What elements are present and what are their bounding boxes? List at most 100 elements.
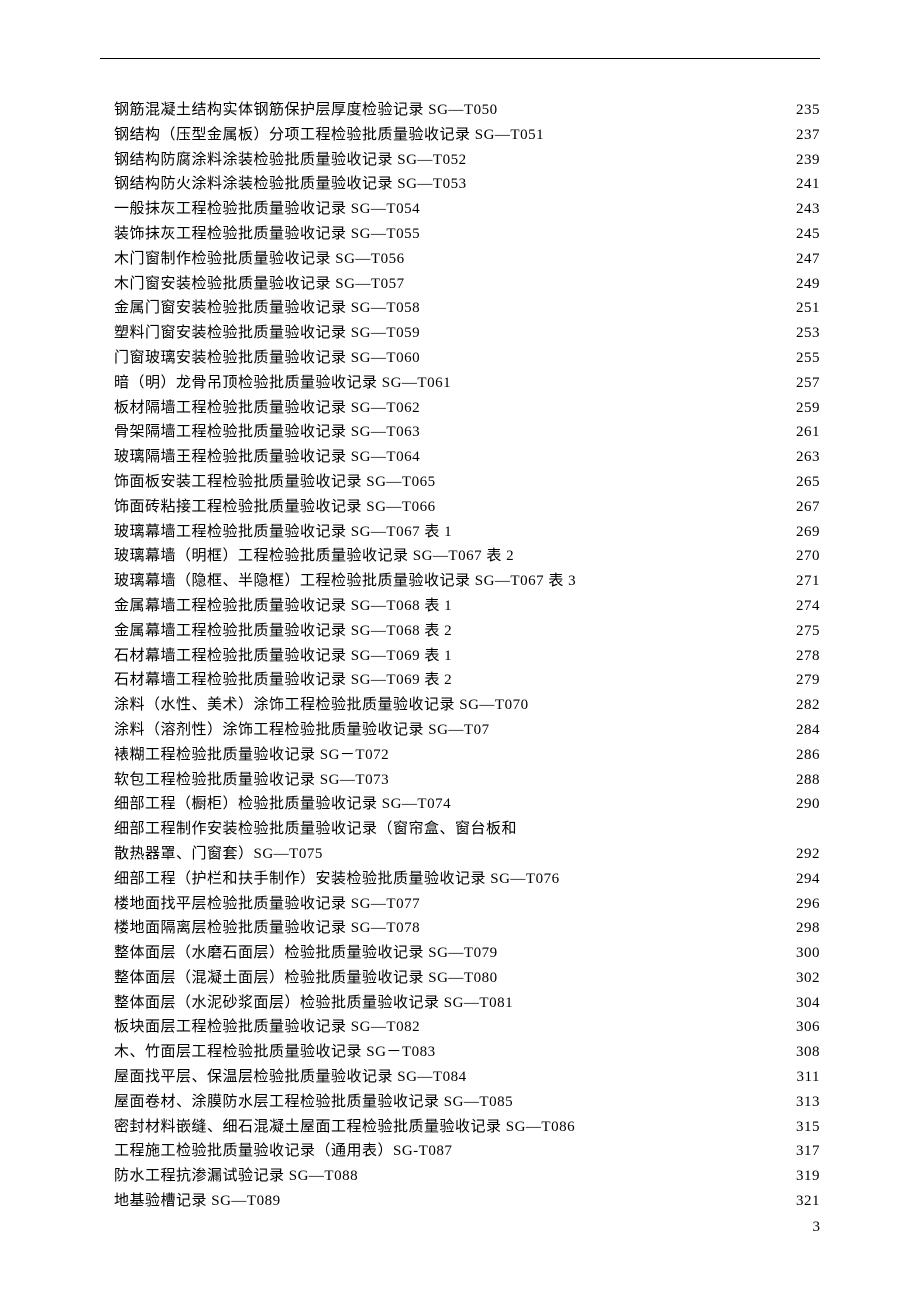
toc-title: 板块面层工程检验批质量验收记录 SG—T082 <box>114 1015 420 1040</box>
toc-row: 板块面层工程检验批质量验收记录 SG—T082 306 <box>114 1015 820 1040</box>
toc-page: 265 <box>780 470 820 495</box>
toc-row: 涂料（水性、美术）涂饰工程检验批质量验收记录 SG—T070282 <box>114 693 820 718</box>
toc-title: 楼地面隔离层检验批质量验收记录 SG—T078 <box>114 916 420 941</box>
toc-row: 地基验槽记录 SG—T089321 <box>114 1189 820 1214</box>
toc-row: 饰面砖粘接工程检验批质量验收记录 SG—T066 267 <box>114 495 820 520</box>
toc-page: 304 <box>780 991 820 1016</box>
toc-title: 石材幕墙工程检验批质量验收记录 SG—T069 表 1 <box>114 644 452 669</box>
toc-title: 整体面层（水磨石面层）检验批质量验收记录 SG—T079 <box>114 941 498 966</box>
toc-title: 金属门窗安装检验批质量验收记录 SG—T058 <box>114 296 420 321</box>
toc-page: 237 <box>780 123 820 148</box>
toc-title: 楼地面找平层检验批质量验收记录 SG—T077 <box>114 892 420 917</box>
toc-title: 木门窗安装检验批质量验收记录 SG—T057 <box>114 272 405 297</box>
toc-page: 288 <box>780 768 820 793</box>
toc-row: 玻璃幕墙（明框）工程检验批质量验收记录 SG—T067 表 2 270 <box>114 544 820 569</box>
toc-row: 钢筋混凝土结构实体钢筋保护层厚度检验记录 SG—T050 235 <box>114 98 820 123</box>
toc-row: 屋面找平层、保温层检验批质量验收记录 SG—T084311 <box>114 1065 820 1090</box>
toc-title: 玻璃幕墙（明框）工程检验批质量验收记录 SG—T067 表 2 <box>114 544 514 569</box>
toc-row: 散热器罩、门窗套）SG—T075292 <box>114 842 820 867</box>
toc-page: 259 <box>780 396 820 421</box>
toc-row: 玻璃幕墙工程检验批质量验收记录 SG—T067 表 1269 <box>114 520 820 545</box>
toc-row: 细部工程（橱柜）检验批质量验收记录 SG—T074290 <box>114 792 820 817</box>
toc-row: 防水工程抗渗漏试验记录 SG—T088319 <box>114 1164 820 1189</box>
toc-page: 267 <box>780 495 820 520</box>
table-of-contents: 钢筋混凝土结构实体钢筋保护层厚度检验记录 SG—T050235钢结构（压型金属板… <box>114 98 820 1214</box>
toc-row: 工程施工检验批质量验收记录（通用表）SG-T087317 <box>114 1139 820 1164</box>
toc-row: 板材隔墙工程检验批质量验收记录 SG—T062 259 <box>114 396 820 421</box>
toc-title: 细部工程（护栏和扶手制作）安装检验批质量验收记录 SG—T076 <box>114 867 560 892</box>
toc-title: 钢筋混凝土结构实体钢筋保护层厚度检验记录 SG—T050 <box>114 98 498 123</box>
toc-page: 313 <box>780 1090 820 1115</box>
toc-row: 钢结构防火涂料涂装检验批质量验收记录 SG—T053241 <box>114 172 820 197</box>
page-number: 3 <box>813 1219 821 1236</box>
toc-page: 311 <box>780 1065 820 1090</box>
toc-row: 金属幕墙工程检验批质量验收记录 SG—T068 表 1 274 <box>114 594 820 619</box>
toc-row: 木门窗安装检验批质量验收记录 SG—T057 249 <box>114 272 820 297</box>
toc-page: 271 <box>780 569 820 594</box>
toc-page: 294 <box>780 867 820 892</box>
toc-page: 308 <box>780 1040 820 1065</box>
toc-page: 270 <box>780 544 820 569</box>
toc-row: 金属门窗安装检验批质量验收记录 SG—T058 251 <box>114 296 820 321</box>
toc-row: 门窗玻璃安装检验批质量验收记录 SG—T060255 <box>114 346 820 371</box>
toc-title: 软包工程检验批质量验收记录 SG—T073 <box>114 768 389 793</box>
toc-row: 骨架隔墙工程检验批质量验收记录 SG—T063261 <box>114 420 820 445</box>
toc-title: 饰面砖粘接工程检验批质量验收记录 SG—T066 <box>114 495 436 520</box>
toc-page: 284 <box>780 718 820 743</box>
toc-title: 玻璃幕墙工程检验批质量验收记录 SG—T067 表 1 <box>114 520 452 545</box>
toc-page: 302 <box>780 966 820 991</box>
toc-page: 253 <box>780 321 820 346</box>
toc-row: 整体面层（水磨石面层）检验批质量验收记录 SG—T079 300 <box>114 941 820 966</box>
toc-row: 木、竹面层工程检验批质量验收记录 SG－T083 308 <box>114 1040 820 1065</box>
toc-row: 塑料门窗安装检验批质量验收记录 SG—T059253 <box>114 321 820 346</box>
toc-title: 玻璃幕墙（隐框、半隐框）工程检验批质量验收记录 SG—T067 表 3 <box>114 569 576 594</box>
toc-row: 裱糊工程检验批质量验收记录 SG－T072 286 <box>114 743 820 768</box>
toc-page: 274 <box>780 594 820 619</box>
toc-row: 石材幕墙工程检验批质量验收记录 SG—T069 表 2279 <box>114 668 820 693</box>
toc-title: 木门窗制作检验批质量验收记录 SG—T056 <box>114 247 405 272</box>
toc-row: 玻璃幕墙（隐框、半隐框）工程检验批质量验收记录 SG—T067 表 3 271 <box>114 569 820 594</box>
toc-page: 278 <box>780 644 820 669</box>
toc-page: 249 <box>780 272 820 297</box>
toc-row: 屋面卷材、涂膜防水层工程检验批质量验收记录 SG—T085313 <box>114 1090 820 1115</box>
toc-row: 楼地面找平层检验批质量验收记录 SG—T077 296 <box>114 892 820 917</box>
toc-page: 243 <box>780 197 820 222</box>
toc-row: 装饰抹灰工程检验批质量验收记录 SG—T055 245 <box>114 222 820 247</box>
toc-row: 石材幕墙工程检验批质量验收记录 SG—T069 表 1 278 <box>114 644 820 669</box>
toc-title: 木、竹面层工程检验批质量验收记录 SG－T083 <box>114 1040 436 1065</box>
toc-row: 细部工程（护栏和扶手制作）安装检验批质量验收记录 SG—T076 294 <box>114 867 820 892</box>
toc-title: 石材幕墙工程检验批质量验收记录 SG—T069 表 2 <box>114 668 452 693</box>
toc-page: 292 <box>780 842 820 867</box>
toc-row: 楼地面隔离层检验批质量验收记录 SG—T078298 <box>114 916 820 941</box>
toc-title: 钢结构防火涂料涂装检验批质量验收记录 SG—T053 <box>114 172 467 197</box>
toc-title: 防水工程抗渗漏试验记录 SG—T088 <box>114 1164 358 1189</box>
toc-title: 整体面层（水泥砂浆面层）检验批质量验收记录 SG—T081 <box>114 991 513 1016</box>
toc-page: 245 <box>780 222 820 247</box>
toc-title: 裱糊工程检验批质量验收记录 SG－T072 <box>114 743 389 768</box>
toc-title: 整体面层（混凝土面层）检验批质量验收记录 SG—T080 <box>114 966 498 991</box>
toc-page: 296 <box>780 892 820 917</box>
toc-page: 306 <box>780 1015 820 1040</box>
toc-row: 钢结构防腐涂料涂装检验批质量验收记录 SG—T052 239 <box>114 148 820 173</box>
toc-row: 暗（明）龙骨吊顶检验批质量验收记录 SG—T061257 <box>114 371 820 396</box>
toc-row: 整体面层（混凝土面层）检验批质量验收记录 SG—T080 302 <box>114 966 820 991</box>
toc-title: 细部工程制作安装检验批质量验收记录（窗帘盒、窗台板和 <box>114 817 517 842</box>
toc-page: 300 <box>780 941 820 966</box>
toc-title: 钢结构防腐涂料涂装检验批质量验收记录 SG—T052 <box>114 148 467 173</box>
toc-page: 290 <box>780 792 820 817</box>
toc-title: 板材隔墙工程检验批质量验收记录 SG—T062 <box>114 396 420 421</box>
toc-row: 涂料（溶剂性）涂饰工程检验批质量验收记录 SG—T07284 <box>114 718 820 743</box>
toc-row: 细部工程制作安装检验批质量验收记录（窗帘盒、窗台板和 <box>114 817 820 842</box>
toc-page: 263 <box>780 445 820 470</box>
toc-page: 239 <box>780 148 820 173</box>
toc-page: 251 <box>780 296 820 321</box>
toc-title: 饰面板安装工程检验批质量验收记录 SG—T065 <box>114 470 436 495</box>
toc-page: 257 <box>780 371 820 396</box>
toc-title: 骨架隔墙工程检验批质量验收记录 SG—T063 <box>114 420 420 445</box>
toc-page: 247 <box>780 247 820 272</box>
toc-page: 286 <box>780 743 820 768</box>
toc-page: 255 <box>780 346 820 371</box>
toc-page: 235 <box>780 98 820 123</box>
toc-title: 金属幕墙工程检验批质量验收记录 SG—T068 表 1 <box>114 594 452 619</box>
toc-title: 装饰抹灰工程检验批质量验收记录 SG—T055 <box>114 222 420 247</box>
